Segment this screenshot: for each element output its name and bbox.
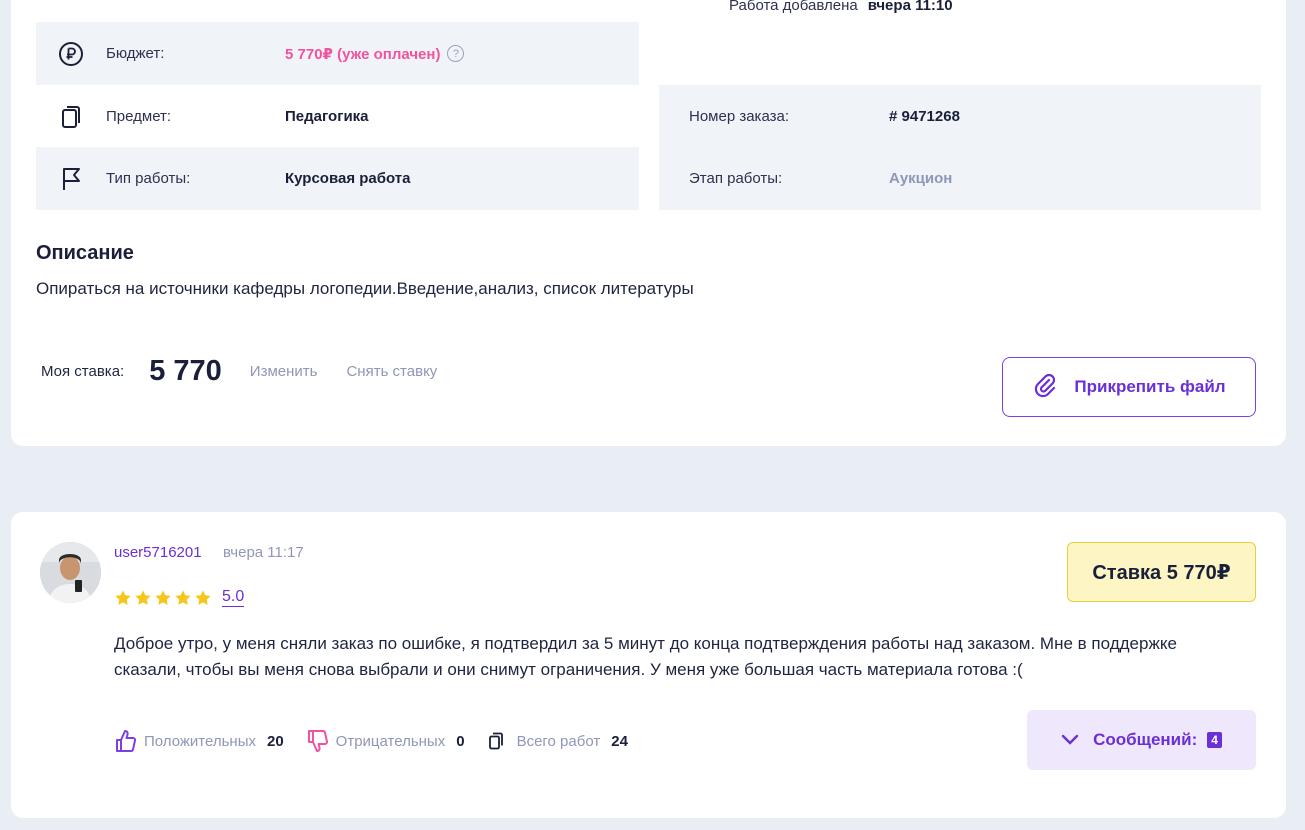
subject-value: Педагогика — [285, 108, 369, 125]
bid-card: user5716201 вчера 11:17 5.0 Ставка 5 770… — [11, 512, 1286, 818]
remove-bid-link[interactable]: Снять ставку — [346, 363, 437, 380]
chevron-down-icon — [1061, 734, 1079, 745]
rating-value[interactable]: 5.0 — [222, 588, 245, 607]
stage-value: Аукцион — [889, 170, 953, 187]
bid-message: Доброе утро, у меня сняли заказ по ошибк… — [114, 634, 1177, 679]
type-value: Курсовая работа — [285, 170, 411, 187]
avatar[interactable] — [40, 542, 101, 603]
messages-button[interactable]: Сообщений: 4 — [1027, 710, 1256, 770]
copy-icon — [488, 732, 503, 750]
stake-badge: Ставка 5 770₽ — [1067, 542, 1256, 602]
type-row: Тип работы: Курсовая работа — [36, 147, 639, 210]
stage-label: Этап работы: — [689, 170, 783, 187]
positive-stat: Положительных 20 — [114, 728, 284, 754]
star-icon — [175, 589, 191, 605]
total-label: Всего работ — [516, 732, 601, 750]
added-time: вчера 11:10 — [867, 0, 953, 14]
star-icon — [155, 589, 171, 605]
negative-label: Отрицательных — [335, 732, 446, 750]
my-bid-label: Моя ставка: — [41, 363, 125, 380]
total-stat: Всего работ 24 — [487, 731, 628, 751]
description-title: Описание — [36, 242, 134, 264]
messages-label: Сообщений: — [1093, 730, 1198, 749]
added-info: Работа добавлена вчера 11:10 — [729, 0, 953, 14]
star-icon — [115, 589, 131, 605]
attach-file-button[interactable]: Прикрепить файл — [1002, 357, 1256, 417]
stage-row: Этап работы: Аукцион — [659, 147, 1261, 210]
edit-bid-link[interactable]: Изменить — [250, 363, 318, 380]
budget-label: Бюджет: — [106, 45, 165, 62]
thumb-down-icon — [307, 730, 328, 752]
my-bid: Моя ставка: 5 770 Изменить Снять ставку — [41, 355, 466, 388]
subject-row: Предмет: Педагогика — [36, 85, 639, 148]
messages-count: 4 — [1207, 732, 1222, 748]
budget-row: Бюджет: 5 770₽ (уже оплачен) ? — [36, 22, 639, 85]
star-icon — [195, 589, 211, 605]
negative-stat: Отрицательных 0 — [306, 728, 465, 754]
bidder-username[interactable]: user5716201 — [114, 544, 202, 561]
negative-value: 0 — [456, 732, 465, 750]
subject-label: Предмет: — [106, 108, 172, 125]
total-value: 24 — [611, 732, 628, 750]
ruble-icon — [36, 41, 106, 67]
order-number-label: Номер заказа: — [689, 108, 790, 125]
star-icon — [135, 589, 151, 605]
order-number-value: # 9471268 — [889, 108, 960, 125]
order-card: Работа добавлена вчера 11:10 Бюджет: 5 77… — [11, 0, 1286, 446]
added-label: Работа добавлена — [729, 0, 858, 14]
bid-time: вчера 11:17 — [223, 544, 304, 561]
bidder-stats: Положительных 20 Отрицательных 0 Всего р… — [114, 728, 650, 754]
help-icon[interactable]: ? — [447, 45, 465, 62]
description-text: Опираться на источники кафедры логопедии… — [36, 279, 694, 298]
positive-label: Положительных — [144, 732, 256, 750]
paperclip-icon — [1032, 371, 1060, 404]
rating-stars: 5.0 — [114, 588, 245, 607]
copy-icon — [36, 104, 106, 130]
my-bid-value: 5 770 — [149, 355, 222, 387]
order-number-row: Номер заказа: # 9471268 — [659, 85, 1261, 148]
flag-icon — [36, 166, 106, 192]
budget-value: 5 770₽ (уже оплачен) — [285, 45, 441, 63]
positive-value: 20 — [266, 732, 284, 750]
thumb-up-icon — [116, 730, 137, 752]
type-label: Тип работы: — [106, 170, 191, 187]
attach-file-label: Прикрепить файл — [1074, 377, 1226, 396]
